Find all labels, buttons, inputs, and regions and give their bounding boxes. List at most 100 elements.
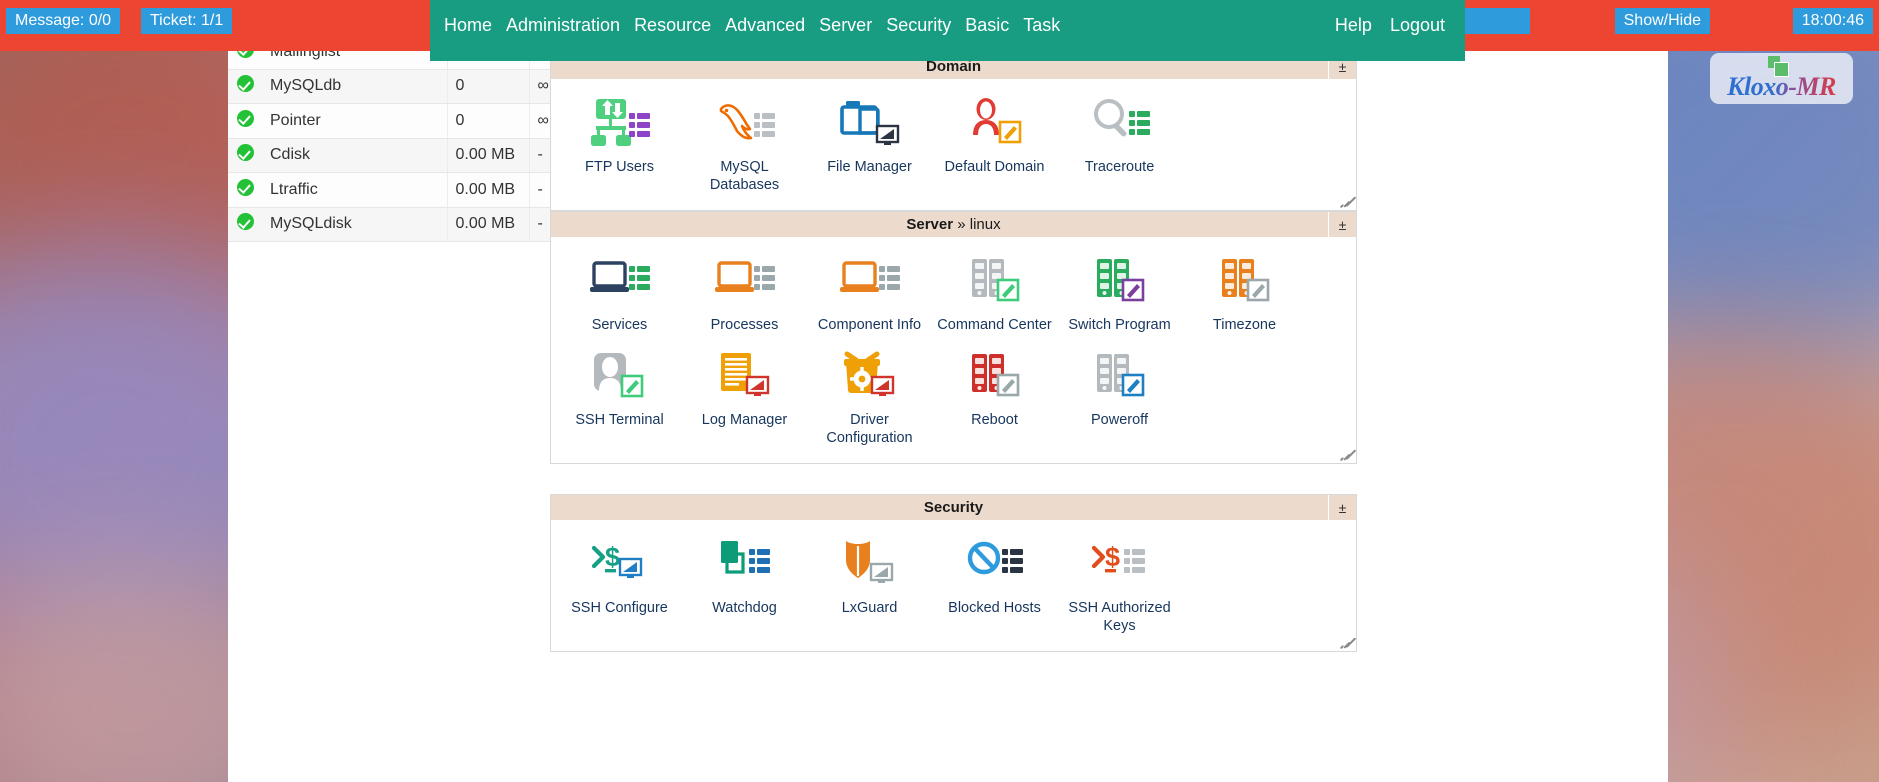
- panel-body-security: $ SSH Configure Watchdog LxGuard Blocked…: [551, 520, 1357, 651]
- tile-services[interactable]: Services: [557, 249, 682, 344]
- icon-grid: FTP Users MySQL Databases File Manager D…: [557, 91, 1350, 204]
- tile-label: Blocked Hosts: [948, 600, 1041, 616]
- processes-icon: [713, 253, 777, 311]
- nav-security[interactable]: Security: [886, 14, 951, 36]
- icon-grid: $ SSH Configure Watchdog LxGuard Blocked…: [557, 532, 1350, 645]
- tile-label: Driver Configuration: [826, 412, 913, 446]
- resource-value: 0: [446, 69, 529, 104]
- nav-primary-group: Home Administration Resource Advanced Server…: [444, 14, 1060, 36]
- tile-label: Traceroute: [1084, 159, 1155, 175]
- tile-lxguard[interactable]: LxGuard: [807, 532, 932, 645]
- nav-administration[interactable]: Administration: [506, 14, 620, 36]
- tile-label: FTP Users: [584, 159, 655, 175]
- resource-value: 0: [446, 103, 529, 139]
- show-hide-button[interactable]: Show/Hide: [1614, 8, 1710, 34]
- icon-grid: Services Processes Component Info Comman…: [557, 249, 1350, 457]
- ssh-terminal-icon: [588, 348, 652, 406]
- tile-ssh-authorized-keys[interactable]: $ SSH Authorized Keys: [1057, 532, 1182, 645]
- mysql-databases-icon: [713, 95, 777, 153]
- switch-program-icon: [1088, 253, 1152, 311]
- svg-text:$: $: [605, 542, 620, 572]
- status-badge: [228, 138, 262, 173]
- panel-body-domain: FTP Users MySQL Databases File Manager D…: [551, 79, 1357, 210]
- tile-label: File Manager: [827, 159, 912, 175]
- nav-task[interactable]: Task: [1023, 14, 1060, 36]
- nav-basic[interactable]: Basic: [965, 14, 1009, 36]
- poweroff-icon: [1088, 348, 1152, 406]
- ssh-configure-icon: $: [588, 536, 652, 594]
- blocked-hosts-icon: [963, 536, 1027, 594]
- status-badge: [228, 69, 262, 104]
- tile-switch-program[interactable]: Switch Program: [1057, 249, 1182, 344]
- panel-resize-handle[interactable]: [1338, 634, 1357, 650]
- tile-command-center[interactable]: Command Center: [932, 249, 1057, 344]
- services-icon: [588, 253, 652, 311]
- main-navigation: Home Administration Resource Advanced Server…: [430, 0, 1465, 61]
- tile-poweroff[interactable]: Poweroff: [1057, 344, 1182, 457]
- tile-label: Poweroff: [1091, 412, 1148, 428]
- tile-blocked-hosts[interactable]: Blocked Hosts: [932, 532, 1057, 645]
- panel-collapse-toggle[interactable]: ±: [1328, 212, 1356, 237]
- tile-file-manager[interactable]: File Manager: [807, 91, 932, 204]
- watchdog-icon: [713, 536, 777, 594]
- nav-home[interactable]: Home: [444, 14, 492, 36]
- tile-label: LxGuard: [841, 600, 898, 616]
- tile-timezone[interactable]: Timezone: [1182, 249, 1307, 344]
- table-row: MySQLdisk 0.00 MB -: [228, 207, 583, 242]
- driver-configuration-icon: [838, 348, 902, 406]
- ssh-authorized-keys-icon: $: [1088, 536, 1152, 594]
- traceroute-icon: [1088, 95, 1152, 153]
- resource-value: 0.00 MB: [446, 138, 529, 173]
- status-badge: [228, 103, 262, 139]
- resource-value: 0.00 MB: [446, 207, 529, 242]
- tile-mysql-databases[interactable]: MySQL Databases: [682, 91, 807, 204]
- tile-ftp-users[interactable]: FTP Users: [557, 91, 682, 204]
- tile-label: Component Info: [817, 317, 922, 333]
- tile-log-manager[interactable]: Log Manager: [682, 344, 807, 457]
- panel-header-server: Server » linux ±: [551, 212, 1356, 237]
- command-center-icon: [963, 253, 1027, 311]
- log-manager-icon: [713, 348, 777, 406]
- tile-label: Command Center: [937, 317, 1052, 333]
- tile-label: Log Manager: [701, 412, 788, 428]
- tile-processes[interactable]: Processes: [682, 249, 807, 344]
- nav-help[interactable]: Help: [1335, 14, 1372, 36]
- panel-resize-handle[interactable]: [1338, 446, 1357, 462]
- tile-label: Watchdog: [712, 600, 777, 616]
- tile-reboot[interactable]: Reboot: [932, 344, 1057, 457]
- table-row: Ltraffic 0.00 MB -: [228, 172, 583, 208]
- panel-body-server: Services Processes Component Info Comman…: [551, 237, 1357, 463]
- ticket-counter-button[interactable]: Ticket: 1/1: [141, 8, 233, 34]
- tile-label: Reboot: [971, 412, 1018, 428]
- tile-label: Timezone: [1212, 317, 1277, 333]
- resource-name: MySQLdb: [262, 69, 447, 104]
- nav-resource[interactable]: Resource: [634, 14, 711, 36]
- tile-component-info[interactable]: Component Info: [807, 249, 932, 344]
- tile-label: Default Domain: [944, 159, 1045, 175]
- tile-driver-configuration[interactable]: Driver Configuration: [807, 344, 932, 457]
- panel-header-security: Security ±: [551, 495, 1356, 520]
- nav-advanced[interactable]: Advanced: [725, 14, 805, 36]
- status-badge: [228, 207, 262, 242]
- kloxo-logo: Kloxo-MR: [1710, 53, 1853, 104]
- tile-default-domain[interactable]: Default Domain: [932, 91, 1057, 204]
- nav-server[interactable]: Server: [819, 14, 872, 36]
- file-manager-icon: [838, 95, 902, 153]
- resource-name: Cdisk: [262, 138, 447, 173]
- panel-domain: Domain ± FTP Users MySQL Databases File M…: [550, 53, 1357, 211]
- tile-watchdog[interactable]: Watchdog: [682, 532, 807, 645]
- tile-label: MySQL Databases: [709, 159, 780, 193]
- nav-logout[interactable]: Logout: [1390, 14, 1445, 36]
- message-counter-button[interactable]: Message: 0/0: [6, 8, 121, 34]
- panel-resize-handle[interactable]: [1338, 193, 1357, 209]
- panel-server: Server » linux ± Services Processes Compo…: [550, 211, 1357, 464]
- tile-ssh-configure[interactable]: $ SSH Configure: [557, 532, 682, 645]
- panel-collapse-toggle[interactable]: ±: [1328, 495, 1356, 520]
- table-row: MySQLdb 0 ∞: [228, 69, 583, 104]
- content-sheet: MailAccount 0 ∞ Mailinglist 0 ∞ MySQLdb …: [228, 0, 1668, 782]
- resource-name: Pointer: [262, 103, 447, 139]
- tile-traceroute[interactable]: Traceroute: [1057, 91, 1182, 204]
- tile-label: Processes: [710, 317, 779, 333]
- table-row: Pointer 0 ∞: [228, 103, 583, 139]
- tile-ssh-terminal[interactable]: SSH Terminal: [557, 344, 682, 457]
